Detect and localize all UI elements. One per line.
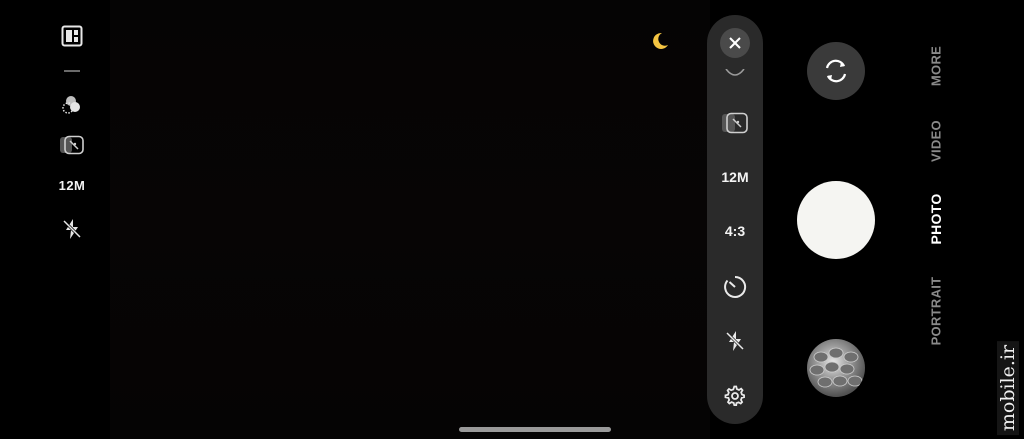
divider: [64, 70, 80, 72]
flash-off-icon[interactable]: [62, 218, 82, 240]
partial-icon[interactable]: [724, 69, 746, 79]
home-indicator[interactable]: [459, 427, 611, 432]
settings-gear-icon[interactable]: [724, 385, 746, 407]
resolution-label[interactable]: 12M: [59, 178, 86, 193]
layout-icon[interactable]: [61, 25, 83, 47]
shutter-button[interactable]: [797, 181, 875, 259]
flash-off-icon[interactable]: [725, 330, 745, 352]
close-button[interactable]: [720, 28, 750, 58]
camera-viewfinder[interactable]: [110, 0, 710, 439]
quick-settings-panel: 12M 4:3: [707, 15, 763, 424]
gallery-thumbnail[interactable]: [807, 339, 865, 397]
mode-portrait[interactable]: PORTRAIT: [929, 277, 944, 346]
close-icon: [729, 37, 741, 49]
aspect-ratio-option[interactable]: 4:3: [725, 223, 745, 239]
switch-camera-button[interactable]: [807, 42, 865, 100]
watermark: mobile.ir: [997, 340, 1019, 436]
filters-icon[interactable]: [61, 94, 83, 116]
left-settings-bar: 12M: [0, 0, 110, 439]
mode-photo[interactable]: PHOTO: [928, 193, 944, 244]
motion-photo-icon[interactable]: [721, 112, 749, 134]
switch-camera-icon: [825, 59, 847, 83]
mode-video[interactable]: VIDEO: [929, 120, 944, 162]
motion-photo-icon[interactable]: [59, 135, 85, 155]
resolution-option[interactable]: 12M: [721, 169, 748, 185]
night-mode-moon-icon[interactable]: [648, 30, 670, 52]
timer-icon[interactable]: [723, 275, 747, 299]
mode-more[interactable]: MORE: [929, 46, 944, 86]
